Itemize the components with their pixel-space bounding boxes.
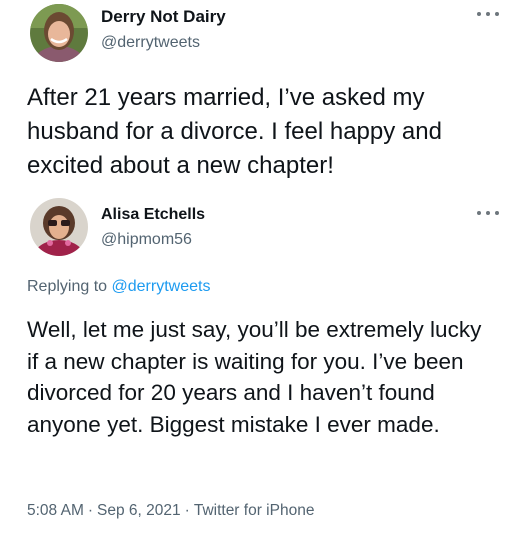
replying-to-mention-link[interactable]: @derrytweets <box>112 278 211 295</box>
replying-to-label: Replying to <box>27 278 108 295</box>
separator: · <box>87 502 94 519</box>
alisa-avatar[interactable] <box>30 198 88 256</box>
more-options-icon[interactable] <box>477 9 499 19</box>
derry-handle[interactable]: @derrytweets <box>101 34 200 52</box>
profile-photo-icon <box>30 198 88 256</box>
alisa-handle[interactable]: @hipmom56 <box>101 231 192 249</box>
separator: · <box>184 502 190 519</box>
reply-tweet-text: Well, let me just say, you’ll be extreme… <box>27 317 482 437</box>
derry-avatar[interactable] <box>30 4 88 62</box>
original-tweet-text: After 21 years married, I’ve asked my hu… <box>27 84 442 179</box>
alisa-display-name[interactable]: Alisa Etchells <box>101 206 205 224</box>
tweet-time[interactable]: 5:08 AM <box>27 502 84 519</box>
more-options-icon[interactable] <box>477 208 499 218</box>
derry-display-name[interactable]: Derry Not Dairy <box>101 7 226 27</box>
tweet-thread-screenshot: Derry Not Dairy @derrytweets After 21 ye… <box>0 0 511 548</box>
replying-to-line: Replying to @derrytweets <box>27 278 210 296</box>
tweet-source[interactable]: Twitter for iPhone <box>194 502 315 519</box>
tweet-date[interactable]: Sep 6, 2021 <box>97 502 181 519</box>
profile-photo-icon <box>30 4 88 62</box>
tweet-metadata: 5:08 AM · Sep 6, 2021 · Twitter for iPhone <box>27 502 314 520</box>
